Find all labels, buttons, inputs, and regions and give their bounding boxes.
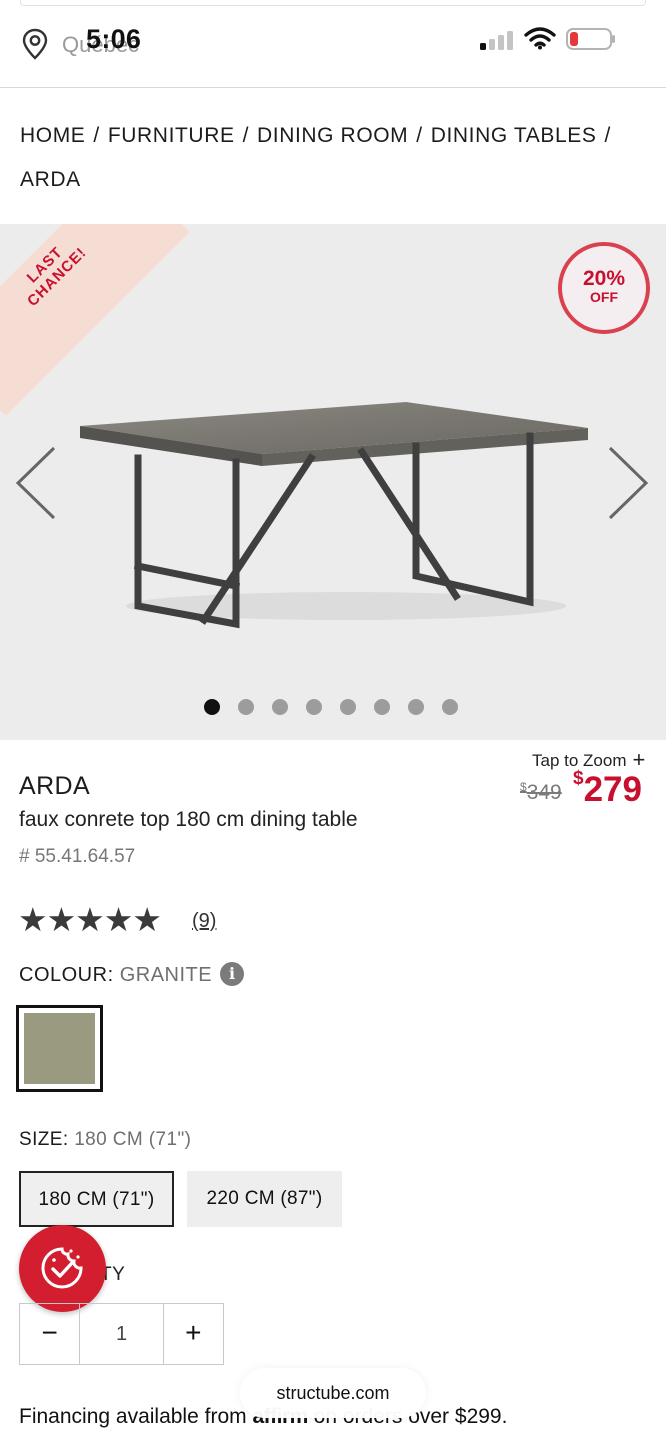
breadcrumb-current: ARDA <box>20 168 81 191</box>
size-label: SIZE: 180 CM (71") <box>19 1129 191 1151</box>
gallery-dot-1[interactable] <box>204 699 220 715</box>
size-label-title: SIZE: <box>19 1129 69 1150</box>
breadcrumb-dining-room[interactable]: DINING ROOM <box>257 124 408 147</box>
breadcrumb-dining-tables[interactable]: DINING TABLES <box>431 124 597 147</box>
cellular-signal-icon <box>480 31 513 50</box>
battery-low-icon <box>566 28 615 50</box>
tap-to-zoom[interactable]: Tap to Zoom + <box>532 746 645 772</box>
wifi-icon <box>524 27 556 50</box>
size-option-180[interactable]: 180 CM (71") <box>19 1171 174 1227</box>
original-price-currency: $ <box>520 780 527 794</box>
breadcrumb-separator: / <box>242 124 250 147</box>
size-value: 180 CM (71") <box>74 1129 192 1150</box>
rewards-badge[interactable] <box>19 1225 106 1312</box>
quantity-stepper: − 1 + <box>19 1303 224 1365</box>
sale-price: $279 <box>573 768 642 810</box>
original-price: $349 <box>520 780 562 805</box>
discount-percent: 20% <box>582 267 626 290</box>
location-pin-icon[interactable] <box>20 27 50 61</box>
product-name: ARDA <box>19 772 91 800</box>
sale-price-currency: $ <box>573 768 584 790</box>
product-description: faux conrete top 180 cm dining table <box>19 808 358 831</box>
top-bar: Québec 5:06 <box>0 0 666 88</box>
discount-off-label: OFF <box>590 289 618 305</box>
sale-price-amount: 279 <box>583 770 642 809</box>
gallery-dot-5[interactable] <box>340 699 356 715</box>
quantity-decrease-button[interactable]: − <box>20 1304 79 1364</box>
quantity-increase-button[interactable]: + <box>164 1304 223 1364</box>
gallery-dot-7[interactable] <box>408 699 424 715</box>
colour-swatch-granite[interactable] <box>16 1005 103 1092</box>
colour-label: COLOUR: GRANITE <box>19 964 212 987</box>
breadcrumb-separator: / <box>416 124 423 147</box>
discount-badge: 20% OFF <box>558 242 650 334</box>
last-chance-ribbon <box>0 224 190 416</box>
zoom-plus-icon: + <box>632 747 646 772</box>
breadcrumb-home[interactable]: HOME <box>20 124 85 147</box>
size-option-220[interactable]: 220 CM (87") <box>187 1171 342 1227</box>
info-icon[interactable]: i <box>220 962 244 986</box>
breadcrumb-furniture[interactable]: FURNITURE <box>108 124 235 147</box>
financing-text-before: Financing available from <box>19 1405 253 1428</box>
gallery-dot-3[interactable] <box>272 699 288 715</box>
colour-label-title: COLOUR: <box>19 964 114 986</box>
gallery-dot-2[interactable] <box>238 699 254 715</box>
breadcrumb-separator: / <box>93 124 100 147</box>
product-sku: # 55.41.64.57 <box>19 846 136 867</box>
breadcrumb: HOME / FURNITURE / DINING ROOM / DINING TABLES… <box>20 114 640 202</box>
gallery-dot-4[interactable] <box>306 699 322 715</box>
chevron-right-icon[interactable] <box>606 444 650 522</box>
browser-url-bar[interactable]: structube.com <box>240 1368 426 1418</box>
cookie-check-icon <box>41 1247 83 1289</box>
breadcrumb-separator: / <box>604 124 611 147</box>
top-edge <box>20 0 646 6</box>
swatch-fill <box>24 1013 95 1084</box>
gallery-dot-8[interactable] <box>442 699 458 715</box>
chevron-left-icon[interactable] <box>14 444 58 522</box>
product-image <box>80 402 588 629</box>
star-rating: ★★★★★ <box>18 901 162 938</box>
quantity-value[interactable]: 1 <box>79 1304 164 1364</box>
gallery-pagination <box>204 699 458 717</box>
clock: 5:06 <box>86 24 142 54</box>
original-price-amount: 349 <box>526 781 562 804</box>
colour-value: GRANITE <box>119 964 213 986</box>
gallery-dot-6[interactable] <box>374 699 390 715</box>
review-count-link[interactable]: (9) <box>192 910 216 933</box>
